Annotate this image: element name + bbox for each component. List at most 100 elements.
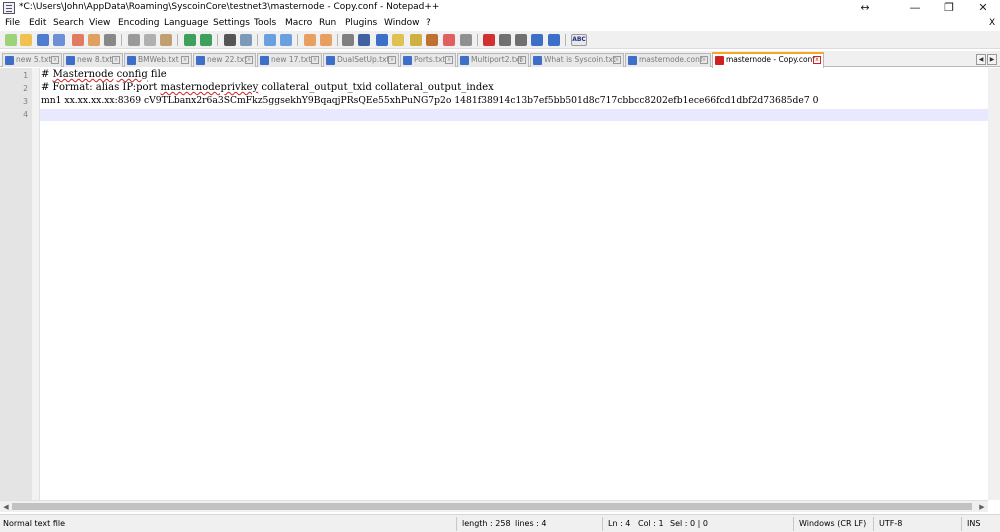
word-wrap-icon[interactable]	[342, 34, 354, 46]
tab-bmweb[interactable]: BMWeb.txt x	[124, 53, 192, 67]
tab-new-8[interactable]: new 8.txt x	[63, 53, 123, 67]
show-all-chars-icon[interactable]	[358, 34, 370, 46]
status-separator	[602, 517, 603, 531]
spell-check-icon[interactable]: ABC	[571, 34, 587, 46]
play-macro-icon[interactable]	[515, 34, 527, 46]
tab-scroll-left-button[interactable]: ◀	[976, 54, 986, 65]
code-line-3[interactable]: mn1 xx.xx.xx.xx:8369 cV9TLbanx2r6a3SCmFk…	[41, 95, 818, 106]
resize-arrows-icon[interactable]: ↔	[850, 0, 880, 17]
menu-search[interactable]: Search	[53, 18, 84, 28]
menu-run[interactable]: Run	[319, 18, 336, 28]
toolbar-separator	[217, 34, 218, 46]
scroll-left-arrow-icon[interactable]: ◀	[0, 501, 12, 513]
tab-close-icon[interactable]: x	[311, 56, 319, 64]
tab-label: BMWeb.txt	[138, 55, 179, 64]
sync-vertical-icon[interactable]	[304, 34, 316, 46]
tab-label: DualSetUp.txt	[337, 55, 390, 64]
close-window-button[interactable]: ✕	[968, 0, 998, 17]
menu-language[interactable]: Language	[164, 18, 208, 28]
record-macro-icon[interactable]	[483, 34, 495, 46]
copy-icon[interactable]	[144, 34, 156, 46]
new-file-icon[interactable]	[5, 34, 17, 46]
toolbar-separator	[477, 34, 478, 46]
menu-encoding[interactable]: Encoding	[118, 18, 159, 28]
tab-scroll-right-button[interactable]: ▶	[987, 54, 997, 65]
menu-tools[interactable]: Tools	[254, 18, 276, 28]
line-number: 2	[23, 84, 28, 93]
notepad-app-icon[interactable]	[3, 2, 15, 14]
print-icon[interactable]	[104, 34, 116, 46]
fold-margin[interactable]	[32, 68, 40, 500]
menu-view[interactable]: View	[89, 18, 110, 28]
minimize-button[interactable]: —	[900, 0, 930, 17]
menu-help[interactable]: ?	[426, 18, 431, 28]
menu-macro[interactable]: Macro	[285, 18, 312, 28]
tab-close-icon[interactable]: x	[388, 56, 396, 64]
tab-ports[interactable]: Ports.txt x	[400, 53, 456, 67]
tab-close-icon[interactable]: x	[112, 56, 120, 64]
line-number: 1	[23, 71, 28, 80]
tab-close-icon[interactable]: x	[245, 56, 253, 64]
horizontal-scrollbar[interactable]: ◀ ▶	[0, 500, 988, 512]
menu-settings[interactable]: Settings	[213, 18, 250, 28]
menu-window[interactable]: Window	[384, 18, 420, 28]
status-selection: Sel : 0 | 0	[670, 519, 708, 528]
tab-close-icon[interactable]: x	[51, 56, 59, 64]
undo-icon[interactable]	[184, 34, 196, 46]
paste-icon[interactable]	[160, 34, 172, 46]
vertical-scrollbar[interactable]	[988, 68, 1000, 500]
sync-horizontal-icon[interactable]	[320, 34, 332, 46]
function-list-icon[interactable]	[410, 34, 422, 46]
horizontal-scroll-thumb[interactable]	[12, 503, 972, 510]
code-line-2[interactable]: # Format: alias IP:port masternodeprivke…	[41, 82, 494, 93]
tab-new-17[interactable]: new 17.txt x	[257, 53, 322, 67]
open-file-icon[interactable]	[20, 34, 32, 46]
folder-workspace-icon[interactable]	[426, 34, 438, 46]
file-icon	[127, 56, 136, 65]
toolbar-separator	[297, 34, 298, 46]
menu-edit[interactable]: Edit	[29, 18, 46, 28]
tab-new-22[interactable]: new 22.txt x	[193, 53, 256, 67]
close-document-button[interactable]: X	[989, 18, 995, 28]
menu-file[interactable]: File	[5, 18, 20, 28]
run-macro-multiple-icon[interactable]	[531, 34, 543, 46]
doc-map-icon[interactable]	[392, 34, 404, 46]
find-icon[interactable]	[224, 34, 236, 46]
zoom-out-icon[interactable]	[280, 34, 292, 46]
tab-masternode-conf[interactable]: masternode.conf x	[625, 53, 711, 67]
tab-close-icon[interactable]: x	[445, 56, 453, 64]
save-all-icon[interactable]	[53, 34, 65, 46]
save-icon[interactable]	[37, 34, 49, 46]
tab-new-5[interactable]: new 5.txt x	[2, 53, 62, 67]
indent-guide-icon[interactable]	[376, 34, 388, 46]
tab-close-icon[interactable]: x	[613, 56, 621, 64]
menu-plugins[interactable]: Plugins	[345, 18, 377, 28]
save-macro-icon[interactable]	[548, 34, 560, 46]
monitoring-icon[interactable]	[443, 34, 455, 46]
tab-close-icon[interactable]: x	[700, 56, 708, 64]
tab-multiport2[interactable]: Multiport2.txt x	[457, 53, 529, 67]
tab-what-is-syscoin[interactable]: What is Syscoin.txt x	[530, 53, 624, 67]
tab-label: new 5.txt	[16, 55, 52, 64]
eye-icon[interactable]	[460, 34, 472, 46]
tab-label: What is Syscoin.txt	[544, 55, 616, 64]
redo-icon[interactable]	[200, 34, 212, 46]
text-editor[interactable]: 1 2 3 4 # Masternode config file # Forma…	[0, 68, 997, 500]
restore-button[interactable]: ❐	[934, 0, 964, 17]
zoom-in-icon[interactable]	[264, 34, 276, 46]
tab-close-icon[interactable]: x	[181, 56, 189, 64]
tab-close-icon[interactable]: x	[518, 56, 526, 64]
scroll-right-arrow-icon[interactable]: ▶	[976, 501, 988, 513]
code-line-1[interactable]: # Masternode config file	[41, 69, 167, 80]
close-icon[interactable]	[72, 34, 84, 46]
close-all-icon[interactable]	[88, 34, 100, 46]
status-insert-mode[interactable]: INS	[967, 519, 980, 528]
status-eol-format[interactable]: Windows (CR LF)	[799, 519, 866, 528]
tab-close-icon[interactable]: x	[813, 56, 821, 64]
tab-masternode-copy-conf[interactable]: masternode - Copy.conf x	[712, 52, 824, 68]
replace-icon[interactable]	[240, 34, 252, 46]
stop-macro-icon[interactable]	[499, 34, 511, 46]
tab-dualsetup[interactable]: DualSetUp.txt x	[323, 53, 399, 67]
cut-icon[interactable]	[128, 34, 140, 46]
status-encoding[interactable]: UTF-8	[879, 519, 902, 528]
